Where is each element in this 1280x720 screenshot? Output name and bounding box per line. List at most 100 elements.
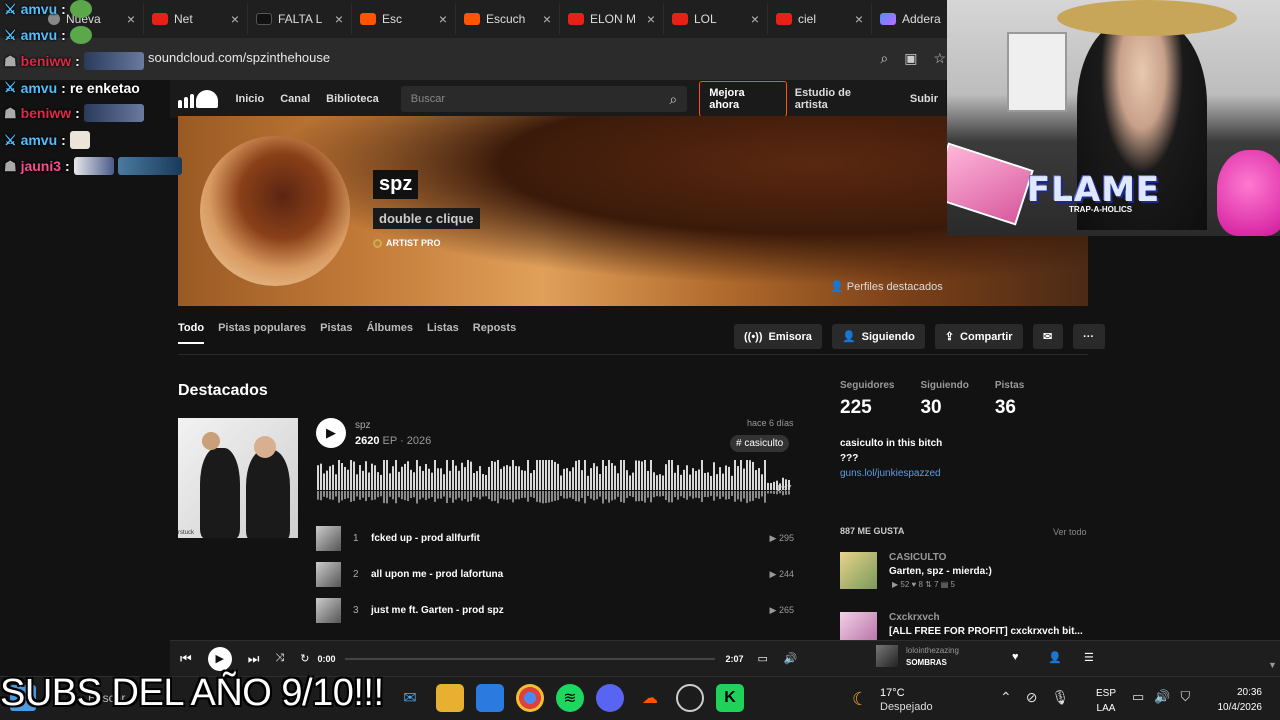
mail-icon[interactable]: ✉ bbox=[396, 684, 424, 712]
featured-profiles-link[interactable]: 👤 Perfiles destacados bbox=[830, 280, 943, 293]
network-icon[interactable]: ⊘ bbox=[1026, 689, 1038, 706]
close-icon[interactable]: × bbox=[231, 11, 239, 27]
obs-icon[interactable] bbox=[676, 684, 704, 712]
spotify-icon[interactable]: ≋ bbox=[556, 684, 584, 712]
bio-link[interactable]: guns.lol/junkiespazzed bbox=[840, 468, 941, 479]
stat-following[interactable]: Siguiendo 30 bbox=[920, 380, 968, 419]
upgrade-button[interactable]: Mejora ahora bbox=[699, 81, 787, 117]
volume-icon[interactable]: 🔊 bbox=[784, 652, 798, 665]
chevron-up-icon[interactable]: ⌃ bbox=[1000, 689, 1012, 706]
share-button[interactable]: ⇪ Compartir bbox=[934, 324, 1023, 349]
upload-link[interactable]: Subir bbox=[910, 93, 938, 105]
queue-icon[interactable]: ☰ bbox=[1084, 651, 1094, 664]
now-playing-title[interactable]: SOMBRAS bbox=[906, 658, 947, 667]
more-button[interactable]: ··· bbox=[1072, 324, 1105, 349]
discord-icon[interactable] bbox=[596, 684, 624, 712]
see-all-link[interactable]: Ver todo bbox=[1053, 527, 1087, 537]
liked-track[interactable]: Cxckrxvch [ALL FREE FOR PROFIT] cxckrxvc… bbox=[840, 612, 1090, 640]
message-button[interactable]: ✉ bbox=[1032, 324, 1063, 349]
tab-todo[interactable]: Todo bbox=[178, 322, 205, 344]
tab-listas[interactable]: Listas bbox=[427, 322, 459, 344]
station-button[interactable]: ((•)) Emisora bbox=[734, 324, 822, 349]
scroll-down-icon[interactable]: ▼ bbox=[1268, 660, 1277, 670]
language-indicator[interactable]: ESP LAA bbox=[1096, 686, 1116, 716]
close-icon[interactable]: × bbox=[127, 11, 135, 27]
profile-avatar[interactable] bbox=[200, 136, 350, 286]
soundcloud-icon[interactable]: ☁ bbox=[636, 684, 664, 712]
close-icon[interactable]: × bbox=[439, 11, 447, 27]
featured-title[interactable]: 2620 EP · 2026 bbox=[355, 435, 431, 447]
track-row[interactable]: 3 just me ft. Garten - prod spz ▶ 265 bbox=[316, 592, 794, 628]
shield-icon[interactable]: ⛉ bbox=[1180, 689, 1190, 705]
shuffle-icon[interactable]: ⤨ bbox=[275, 652, 284, 665]
nav-inicio[interactable]: Inicio bbox=[235, 93, 264, 105]
liked-track-title[interactable]: Garten, spz - mierda:) bbox=[889, 566, 992, 577]
track-name[interactable]: fcked up - prod allfurfit bbox=[371, 533, 770, 544]
artist-studio-link[interactable]: Estudio de artista bbox=[795, 87, 886, 111]
stat-tracks[interactable]: Pistas 36 bbox=[995, 380, 1024, 419]
next-icon[interactable]: ⏭ bbox=[248, 651, 260, 667]
store-icon[interactable] bbox=[476, 684, 504, 712]
browser-tab[interactable]: ciel × bbox=[768, 4, 872, 34]
waveform[interactable] bbox=[317, 460, 792, 508]
featured-artist[interactable]: spz bbox=[355, 420, 371, 431]
waveform-bar bbox=[578, 460, 580, 490]
sword-icon: ⚔ bbox=[4, 0, 17, 17]
browser-tab[interactable]: ELON M × bbox=[560, 4, 664, 34]
like-icon[interactable]: ♥ bbox=[1012, 651, 1019, 663]
track-name[interactable]: just me ft. Garten - prod spz bbox=[371, 605, 770, 616]
tab-albumes[interactable]: Álbumes bbox=[367, 322, 413, 344]
close-icon[interactable]: × bbox=[647, 11, 655, 27]
search-input[interactable]: Buscar ⌕ bbox=[400, 86, 688, 112]
track-row[interactable]: 2 all upon me - prod lafortuna ▶ 244 bbox=[316, 556, 794, 592]
browser-tab[interactable]: LOL × bbox=[664, 4, 768, 34]
following-button[interactable]: 👤 Siguiendo bbox=[831, 324, 925, 349]
display-icon[interactable]: ▭ bbox=[1132, 689, 1144, 705]
tag-badge[interactable]: # casiculto bbox=[730, 435, 790, 452]
file-explorer-icon[interactable] bbox=[436, 684, 464, 712]
progress-bar[interactable] bbox=[345, 657, 716, 660]
cast-icon[interactable]: ▣ bbox=[904, 50, 917, 67]
close-icon[interactable]: × bbox=[855, 11, 863, 27]
stat-followers[interactable]: Seguidores 225 bbox=[840, 380, 894, 419]
tab-reposts[interactable]: Reposts bbox=[473, 322, 516, 344]
soundcloud-logo-icon[interactable] bbox=[178, 90, 218, 108]
player-play-button[interactable]: ▶ bbox=[207, 646, 232, 671]
liked-track[interactable]: CASICULTO Garten, spz - mierda:) ▶ 52 ♥ … bbox=[840, 552, 1090, 592]
liked-track-artist[interactable]: Cxckrxvch bbox=[889, 612, 940, 623]
nav-canal[interactable]: Canal bbox=[280, 93, 310, 105]
waveform-reflection bbox=[701, 491, 703, 502]
kick-icon[interactable]: K bbox=[716, 684, 744, 712]
liked-track-title[interactable]: [ALL FREE FOR PROFIT] cxckrxvch bit... bbox=[889, 626, 1083, 637]
previous-icon[interactable]: ⏮ bbox=[180, 651, 192, 667]
liked-track-artist[interactable]: CASICULTO bbox=[889, 552, 946, 563]
close-icon[interactable]: × bbox=[543, 11, 551, 27]
track-row[interactable]: 1 fcked up - prod allfurfit ▶ 295 bbox=[316, 520, 794, 556]
close-icon[interactable]: × bbox=[751, 11, 759, 27]
bookmark-star-icon[interactable]: ☆ bbox=[933, 50, 946, 67]
clock[interactable]: 20:36 10/4/2026 bbox=[1208, 685, 1263, 715]
track-name[interactable]: all upon me - prod lafortuna bbox=[371, 569, 770, 580]
tab-pistas[interactable]: Pistas bbox=[320, 322, 352, 344]
search-icon[interactable]: ⌕ bbox=[669, 91, 677, 108]
waveform-reflection bbox=[593, 491, 595, 501]
waveform-reflection bbox=[680, 491, 682, 497]
follow-icon[interactable]: 👤 bbox=[1048, 651, 1062, 664]
chrome-icon[interactable] bbox=[516, 684, 544, 712]
featured-cover-art[interactable]: rstuck bbox=[178, 418, 298, 538]
cast-icon[interactable]: ▭ bbox=[757, 652, 767, 665]
browser-tab[interactable]: Esc × bbox=[352, 4, 456, 34]
nav-biblioteca[interactable]: Biblioteca bbox=[326, 93, 379, 105]
tab-pistas-populares[interactable]: Pistas populares bbox=[218, 322, 306, 344]
close-icon[interactable]: × bbox=[335, 11, 343, 27]
url-field[interactable]: soundcloud.com/spzinthehouse bbox=[148, 50, 330, 65]
play-button[interactable]: ▶ bbox=[316, 418, 346, 448]
volume-icon[interactable]: 🔊 bbox=[1154, 689, 1170, 705]
browser-tab[interactable]: Escuch × bbox=[456, 4, 560, 34]
browser-tab[interactable]: FALTA L × bbox=[248, 4, 352, 34]
microphone-icon[interactable]: 🎙 bbox=[1051, 689, 1069, 706]
browser-tab[interactable]: Net × bbox=[144, 4, 248, 34]
repeat-icon[interactable]: ↻ bbox=[300, 652, 309, 665]
zoom-icon[interactable]: ⌕ bbox=[880, 50, 888, 67]
now-playing-artist[interactable]: lolointhezazing bbox=[906, 646, 959, 655]
